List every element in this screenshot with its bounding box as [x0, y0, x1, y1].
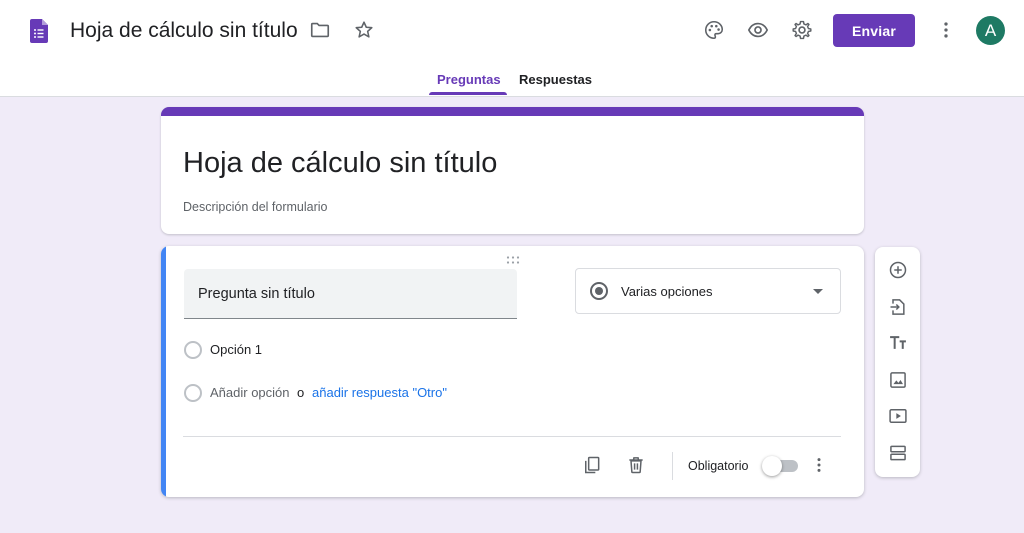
focus-indicator-bar: [161, 246, 166, 497]
drag-handle-icon[interactable]: [505, 252, 521, 264]
question-title-input[interactable]: Pregunta sin título: [184, 269, 517, 319]
option-1-label[interactable]: Opción 1: [210, 342, 262, 357]
required-label: Obligatorio: [688, 459, 749, 473]
top-header: Hoja de cálculo sin título Enviar A Preg…: [0, 0, 1024, 97]
send-button[interactable]: Enviar: [833, 14, 915, 47]
star-icon[interactable]: [352, 18, 376, 42]
form-title[interactable]: Hoja de cálculo sin título: [183, 146, 497, 180]
add-title-icon[interactable]: [886, 331, 910, 355]
settings-gear-icon[interactable]: [790, 18, 814, 42]
question-type-dropdown[interactable]: Varias opciones: [575, 268, 841, 314]
delete-icon[interactable]: [624, 453, 648, 477]
footer-separator: [672, 452, 673, 480]
question-title: Pregunta sin título: [198, 286, 315, 302]
add-option-input[interactable]: Añadir opción: [210, 385, 290, 400]
side-toolbar: [875, 247, 920, 477]
preview-eye-icon[interactable]: [746, 18, 770, 42]
toggle-thumb: [762, 456, 782, 476]
add-other-link[interactable]: añadir respuesta "Otro": [312, 385, 447, 400]
or-text: o: [297, 385, 305, 400]
document-title[interactable]: Hoja de cálculo sin título: [70, 17, 298, 45]
question-card: Pregunta sin título Varias opciones Opci…: [161, 246, 864, 497]
palette-icon[interactable]: [702, 18, 726, 42]
footer-divider: [183, 436, 841, 437]
radio-button-icon: [590, 282, 608, 300]
form-description-field[interactable]: Descripción del formulario: [183, 200, 328, 214]
add-image-icon[interactable]: [886, 368, 910, 392]
add-question-icon[interactable]: [886, 258, 910, 282]
option-radio-icon: [184, 341, 202, 359]
add-option-radio-icon: [184, 384, 202, 402]
caret-down-icon: [813, 289, 823, 294]
forms-app-icon[interactable]: [30, 19, 48, 43]
tab-bar: Preguntas Respuestas: [0, 62, 1024, 97]
tab-respuestas[interactable]: Respuestas: [519, 72, 592, 87]
form-title-card: Hoja de cálculo sin título Descripción d…: [161, 107, 864, 234]
question-more-vert-icon[interactable]: [807, 453, 831, 477]
avatar[interactable]: A: [976, 16, 1005, 45]
add-video-icon[interactable]: [886, 404, 910, 428]
duplicate-icon[interactable]: [580, 453, 604, 477]
tab-preguntas[interactable]: Preguntas: [437, 72, 501, 87]
required-toggle[interactable]: [762, 456, 798, 476]
active-tab-indicator: [429, 92, 507, 95]
import-questions-icon[interactable]: [886, 295, 910, 319]
add-section-icon[interactable]: [886, 441, 910, 465]
question-type-label: Varias opciones: [621, 284, 713, 299]
folder-icon[interactable]: [308, 18, 332, 42]
more-vert-icon[interactable]: [934, 18, 958, 42]
